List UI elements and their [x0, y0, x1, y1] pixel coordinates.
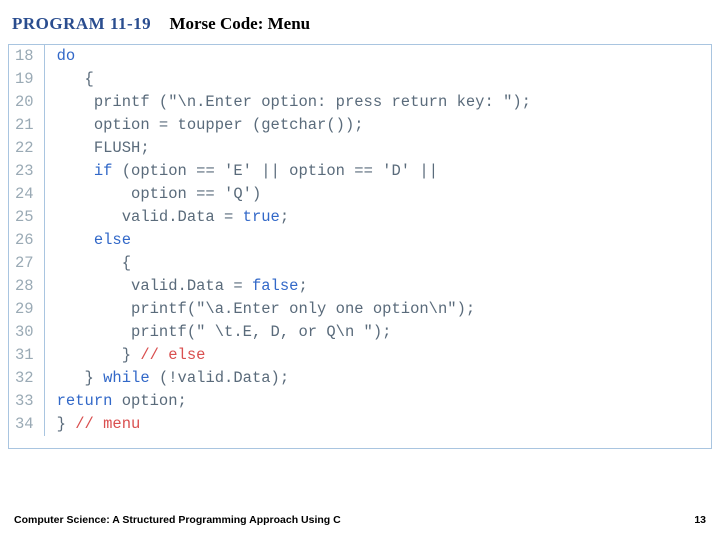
code-line: 19 {	[9, 68, 711, 91]
code-text: } // menu	[44, 413, 711, 436]
code-line: 24 option == 'Q')	[9, 183, 711, 206]
code-text: {	[44, 252, 711, 275]
book-title: Computer Science: A Structured Programmi…	[14, 514, 341, 526]
code-line: 27 {	[9, 252, 711, 275]
slide-footer: Computer Science: A Structured Programmi…	[0, 514, 720, 526]
code-text: valid.Data = false;	[44, 275, 711, 298]
line-number: 28	[9, 275, 44, 298]
code-line: 34} // menu	[9, 413, 711, 436]
code-line: 25 valid.Data = true;	[9, 206, 711, 229]
line-number: 32	[9, 367, 44, 390]
line-number: 20	[9, 91, 44, 114]
line-number: 23	[9, 160, 44, 183]
code-text: printf ("\n.Enter option: press return k…	[44, 91, 711, 114]
code-line: 18do	[9, 45, 711, 68]
code-text: option == 'Q')	[44, 183, 711, 206]
line-number: 26	[9, 229, 44, 252]
code-line: 32 } while (!valid.Data);	[9, 367, 711, 390]
code-line: 33return option;	[9, 390, 711, 413]
code-text: valid.Data = true;	[44, 206, 711, 229]
code-text: do	[44, 45, 711, 68]
line-number: 29	[9, 298, 44, 321]
code-text: } // else	[44, 344, 711, 367]
slide-title: Morse Code: Menu	[169, 14, 310, 33]
code-line: 23 if (option == 'E' || option == 'D' ||	[9, 160, 711, 183]
code-text: return option;	[44, 390, 711, 413]
line-number: 34	[9, 413, 44, 436]
line-number: 33	[9, 390, 44, 413]
line-number: 31	[9, 344, 44, 367]
line-number: 19	[9, 68, 44, 91]
code-text: option = toupper (getchar());	[44, 114, 711, 137]
line-number: 25	[9, 206, 44, 229]
code-text: printf("\a.Enter only one option\n");	[44, 298, 711, 321]
code-line: 21 option = toupper (getchar());	[9, 114, 711, 137]
code-line: 30 printf(" \t.E, D, or Q\n ");	[9, 321, 711, 344]
line-number: 30	[9, 321, 44, 344]
code-line: 22 FLUSH;	[9, 137, 711, 160]
line-number: 21	[9, 114, 44, 137]
code-listing: 18do19 {20 printf ("\n.Enter option: pre…	[9, 45, 711, 436]
line-number: 22	[9, 137, 44, 160]
line-number: 24	[9, 183, 44, 206]
page-number: 13	[694, 514, 706, 526]
code-text: printf(" \t.E, D, or Q\n ");	[44, 321, 711, 344]
code-line: 31 } // else	[9, 344, 711, 367]
code-text: {	[44, 68, 711, 91]
code-text: if (option == 'E' || option == 'D' ||	[44, 160, 711, 183]
code-text: FLUSH;	[44, 137, 711, 160]
program-label: PROGRAM 11-19	[12, 14, 151, 33]
code-line: 28 valid.Data = false;	[9, 275, 711, 298]
code-line: 20 printf ("\n.Enter option: press retur…	[9, 91, 711, 114]
code-text: else	[44, 229, 711, 252]
slide-header: PROGRAM 11-19 Morse Code: Menu	[0, 0, 720, 44]
line-number: 18	[9, 45, 44, 68]
code-line: 29 printf("\a.Enter only one option\n");	[9, 298, 711, 321]
code-listing-frame: 18do19 {20 printf ("\n.Enter option: pre…	[8, 44, 712, 449]
code-line: 26 else	[9, 229, 711, 252]
code-text: } while (!valid.Data);	[44, 367, 711, 390]
line-number: 27	[9, 252, 44, 275]
